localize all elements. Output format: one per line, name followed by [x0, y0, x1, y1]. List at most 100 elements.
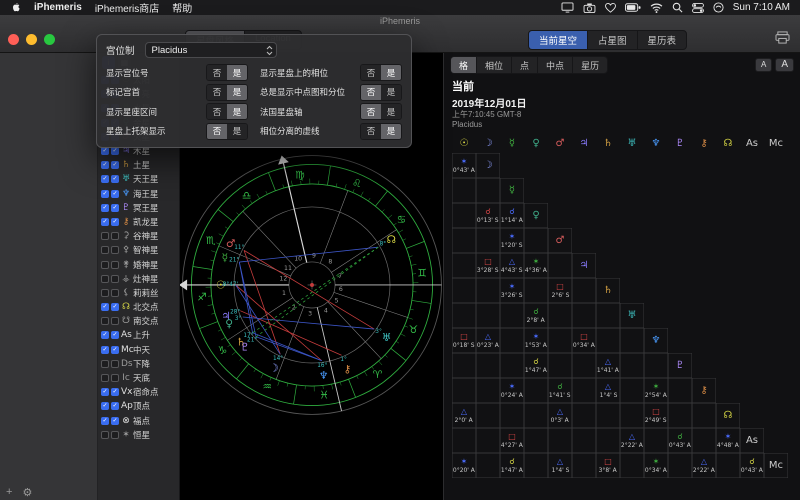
planet-checkbox[interactable]: ✓ [101, 303, 109, 311]
wifi-icon[interactable] [650, 2, 663, 14]
panel-tab-中点[interactable]: 中点 [538, 57, 573, 73]
yes-button[interactable]: 是 [227, 85, 247, 100]
no-button[interactable]: 否 [207, 65, 227, 80]
empty-cell [764, 153, 788, 178]
tab-星历表[interactable]: 星历表 [638, 31, 687, 49]
planet-checkbox[interactable] [101, 360, 109, 368]
panel-tab-星历[interactable]: 星历 [573, 57, 607, 73]
panel-tab-格[interactable]: 格 [451, 57, 477, 73]
svg-text:♉: ♉ [408, 323, 418, 336]
planet-glyph: ☊ [121, 302, 131, 312]
aspect-cell [452, 303, 476, 328]
control-center-icon[interactable] [692, 2, 704, 14]
yes-button[interactable]: 是 [381, 85, 401, 100]
planet-checkbox[interactable]: ✓ [101, 346, 109, 354]
planet-checkbox[interactable]: ✓ [101, 417, 109, 425]
no-button[interactable]: 否 [361, 85, 381, 100]
font-smaller-button[interactable]: A [755, 58, 772, 72]
planet-checkbox[interactable] [111, 275, 119, 283]
planet-checkbox[interactable]: ✓ [101, 161, 109, 169]
planet-checkbox[interactable]: ✓ [101, 331, 109, 339]
window-controls [8, 34, 55, 45]
close-button[interactable] [8, 34, 19, 45]
planet-checkbox[interactable]: ✓ [111, 346, 119, 354]
planet-checkbox[interactable] [101, 374, 109, 382]
battery-icon[interactable] [625, 2, 641, 14]
planet-checkbox[interactable] [101, 289, 109, 297]
camera-icon[interactable] [583, 2, 596, 14]
planet-checkbox[interactable] [101, 275, 109, 283]
svg-text:12: 12 [279, 276, 287, 283]
zoom-button[interactable] [44, 34, 55, 45]
house-system-select[interactable]: Placidus [145, 42, 277, 58]
planet-checkbox[interactable]: ✓ [101, 218, 109, 226]
planet-checkbox[interactable]: ✓ [111, 147, 119, 155]
planet-checkbox[interactable]: ✓ [111, 402, 119, 410]
tab-占星图[interactable]: 占星图 [588, 31, 638, 49]
no-button[interactable]: 否 [361, 65, 381, 80]
panel-tab-点[interactable]: 点 [512, 57, 538, 73]
no-button[interactable]: 否 [361, 124, 381, 139]
apple-menu-icon[interactable] [10, 2, 21, 14]
planet-checkbox[interactable]: ✓ [101, 204, 109, 212]
menu-app-name[interactable]: iPhemeris [34, 2, 82, 13]
print-button[interactable] [775, 31, 790, 43]
planet-checkbox[interactable] [111, 431, 119, 439]
planet-checkbox[interactable] [111, 317, 119, 325]
planet-checkbox[interactable]: ✓ [111, 190, 119, 198]
chart-settings-icon[interactable]: ⚙ [22, 487, 32, 498]
planet-checkbox[interactable] [111, 232, 119, 240]
tab-当前星空[interactable]: 当前星空 [529, 31, 588, 49]
menu-help[interactable]: 帮助 [172, 0, 192, 15]
planet-checkbox[interactable] [111, 246, 119, 254]
font-larger-button[interactable]: A [775, 58, 794, 72]
search-icon[interactable] [672, 2, 683, 14]
no-button[interactable]: 否 [361, 104, 381, 119]
planet-checkbox[interactable]: ✓ [101, 147, 109, 155]
yes-button[interactable]: 是 [381, 124, 401, 139]
planet-checkbox[interactable]: ✓ [111, 218, 119, 226]
yes-button[interactable]: 是 [381, 65, 401, 80]
planet-checkbox[interactable] [101, 246, 109, 254]
no-button[interactable]: 否 [207, 104, 227, 119]
yes-button[interactable]: 是 [227, 124, 247, 139]
svg-text:♏: ♏ [205, 234, 215, 247]
empty-cell [740, 203, 764, 228]
display-icon[interactable] [561, 2, 574, 14]
panel-tab-相位[interactable]: 相位 [477, 57, 512, 73]
menubar-clock[interactable]: Sun 7:10 AM [733, 2, 790, 13]
planet-checkbox[interactable]: ✓ [101, 190, 109, 198]
planet-checkbox[interactable]: ✓ [111, 303, 119, 311]
aspect-glyph: □ [556, 283, 564, 291]
planet-checkbox[interactable] [101, 232, 109, 240]
heart-icon[interactable] [605, 2, 616, 14]
planet-checkbox[interactable] [101, 317, 109, 325]
yes-button[interactable]: 是 [381, 104, 401, 119]
planet-checkbox[interactable]: ✓ [111, 417, 119, 425]
no-button[interactable]: 否 [207, 85, 227, 100]
planet-checkbox[interactable] [111, 261, 119, 269]
planet-checkbox[interactable] [111, 374, 119, 382]
planet-checkbox[interactable]: ✓ [111, 204, 119, 212]
planet-checkbox[interactable]: ✓ [111, 161, 119, 169]
planet-checkbox[interactable]: ✓ [111, 331, 119, 339]
planet-checkbox[interactable] [111, 360, 119, 368]
add-chart-button[interactable]: + [6, 487, 12, 498]
minimize-button[interactable] [26, 34, 37, 45]
no-button[interactable]: 否 [207, 124, 227, 139]
planet-checkbox[interactable] [101, 431, 109, 439]
empty-cell [716, 153, 740, 178]
planet-checkbox[interactable] [101, 261, 109, 269]
planet-checkbox[interactable]: ✓ [111, 388, 119, 396]
menu-store[interactable]: iPhemeris商店 [95, 0, 159, 15]
aspect-cell: □2°49' S [644, 403, 668, 428]
planet-checkbox[interactable]: ✓ [101, 388, 109, 396]
planet-checkbox[interactable]: ✓ [101, 402, 109, 410]
siri-icon[interactable] [713, 2, 724, 14]
planet-checkbox[interactable]: ✓ [101, 175, 109, 183]
aspect-cell: △0°23' A [476, 328, 500, 353]
planet-checkbox[interactable] [111, 289, 119, 297]
planet-checkbox[interactable]: ✓ [111, 175, 119, 183]
yes-button[interactable]: 是 [227, 104, 247, 119]
yes-button[interactable]: 是 [227, 65, 247, 80]
